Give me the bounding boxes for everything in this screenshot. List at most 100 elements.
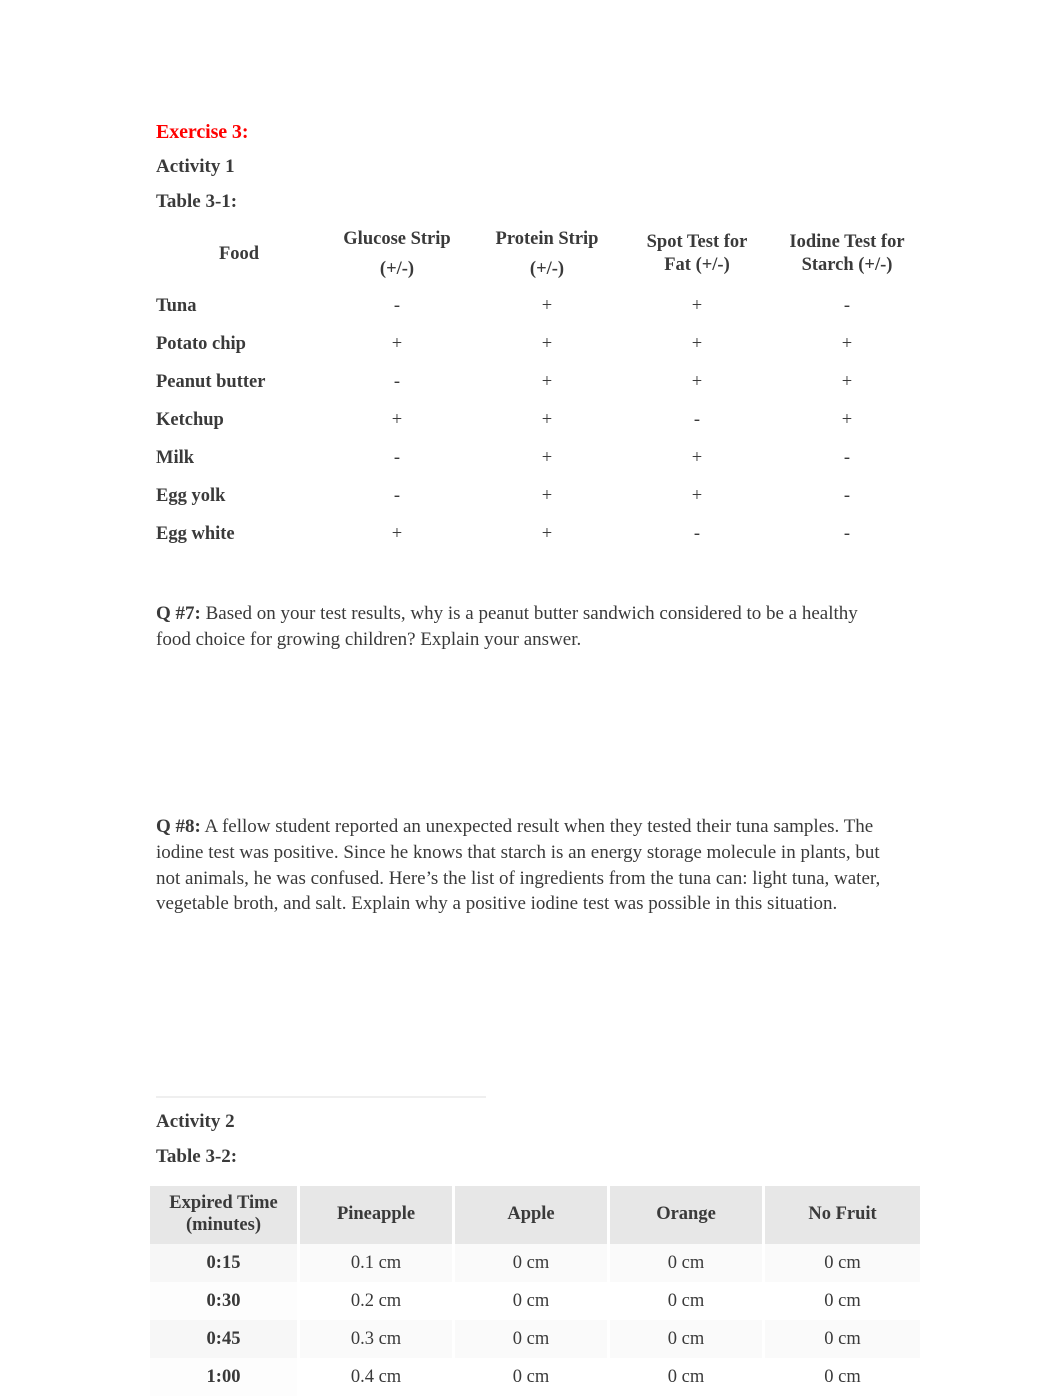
activity-1-heading: Activity 1 <box>156 156 235 177</box>
cell-fat: + <box>691 296 703 316</box>
cell-pineapple: 0.4 cm <box>300 1358 455 1396</box>
table-row: Potato chip + + + + <box>156 325 922 363</box>
cell-starch: - <box>843 296 851 316</box>
table-3-2: Expired Time (minutes) Pineapple Apple O… <box>150 1186 920 1396</box>
cell-starch: - <box>843 524 851 544</box>
column-header-glucose-strip-line2: (+/-) <box>379 258 415 279</box>
cell-protein: + <box>541 372 553 392</box>
table-row: Egg white + + - - <box>156 515 922 553</box>
column-header-glucose-strip: Glucose Strip (+/-) <box>322 221 472 287</box>
question-8-label: Q #8: <box>156 816 201 838</box>
cell-starch: - <box>843 448 851 468</box>
exercise-heading: Exercise 3: <box>156 121 249 143</box>
column-header-spot-test-fat-line1: Spot Test for <box>646 232 748 253</box>
cell-fat: + <box>691 372 703 392</box>
column-header-protein-strip-line2: (+/-) <box>529 258 565 279</box>
cell-pineapple: 0.3 cm <box>300 1320 455 1358</box>
cell-pineapple: 0.1 cm <box>300 1244 455 1282</box>
cell-starch: - <box>843 486 851 506</box>
table-row: Ketchup + + - + <box>156 401 922 439</box>
section-divider <box>156 1096 486 1098</box>
column-header-apple: Apple <box>455 1186 610 1244</box>
cell-glucose: - <box>393 486 401 506</box>
table-3-2-wrapper: Expired Time (minutes) Pineapple Apple O… <box>150 1186 920 1396</box>
table-row: Egg yolk - + + - <box>156 477 922 515</box>
cell-fat: + <box>691 486 703 506</box>
cell-apple: 0 cm <box>455 1244 610 1282</box>
column-header-spot-test-fat: Spot Test for Fat (+/-) <box>622 221 772 287</box>
cell-food: Milk <box>156 448 195 468</box>
cell-expired-time: 1:00 <box>150 1358 300 1396</box>
cell-fat: + <box>691 448 703 468</box>
column-header-iodine-test-starch-line1: Iodine Test for <box>789 232 905 253</box>
cell-no-fruit: 0 cm <box>765 1282 920 1320</box>
gap-after-table-3-1 <box>156 553 922 601</box>
table-row: Milk - + + - <box>156 439 922 477</box>
cell-glucose: + <box>391 410 403 430</box>
activity-2-section: Activity 2 Table 3-2: <box>156 1112 922 1176</box>
cell-protein: + <box>541 410 553 430</box>
table-row: 0:30 0.2 cm 0 cm 0 cm 0 cm <box>150 1282 920 1320</box>
cell-glucose: - <box>393 372 401 392</box>
table-3-1-header-row: Food Glucose Strip (+/-) Protein Strip (… <box>156 221 922 287</box>
column-header-pineapple: Pineapple <box>300 1186 455 1244</box>
cell-glucose: + <box>391 524 403 544</box>
question-7: Q #7: Based on your test results, why is… <box>156 601 896 652</box>
cell-protein: + <box>541 524 553 544</box>
table-3-2-header-row: Expired Time (minutes) Pineapple Apple O… <box>150 1186 920 1244</box>
cell-orange: 0 cm <box>610 1244 765 1282</box>
cell-no-fruit: 0 cm <box>765 1358 920 1396</box>
cell-fat: - <box>693 410 701 430</box>
cell-orange: 0 cm <box>610 1320 765 1358</box>
column-header-glucose-strip-line1: Glucose Strip <box>343 228 451 249</box>
column-header-expired-time-line2: (minutes) <box>185 1215 262 1235</box>
question-7-text: Based on your test results, why is a pea… <box>156 603 858 650</box>
cell-orange: 0 cm <box>610 1358 765 1396</box>
column-header-iodine-test-starch: Iodine Test for Starch (+/-) <box>772 221 922 287</box>
column-header-iodine-test-starch-line2: Starch (+/-) <box>801 255 893 275</box>
table-row: 0:15 0.1 cm 0 cm 0 cm 0 cm <box>150 1244 920 1282</box>
cell-apple: 0 cm <box>455 1320 610 1358</box>
cell-protein: + <box>541 296 553 316</box>
column-header-protein-strip: Protein Strip (+/-) <box>472 221 622 287</box>
cell-food: Tuna <box>156 296 197 316</box>
cell-pineapple: 0.2 cm <box>300 1282 455 1320</box>
table-row: 1:00 0.4 cm 0 cm 0 cm 0 cm <box>150 1358 920 1396</box>
table-row: 0:45 0.3 cm 0 cm 0 cm 0 cm <box>150 1320 920 1358</box>
cell-no-fruit: 0 cm <box>765 1320 920 1358</box>
cell-food: Egg yolk <box>156 486 226 506</box>
cell-expired-time: 0:15 <box>150 1244 300 1282</box>
cell-food: Potato chip <box>156 334 246 354</box>
cell-food: Peanut butter <box>156 372 266 392</box>
column-header-no-fruit: No Fruit <box>765 1186 920 1244</box>
question-8: Q #8: A fellow student reported an unexp… <box>156 814 896 917</box>
cell-apple: 0 cm <box>455 1358 610 1396</box>
document-page: Exercise 3: Activity 1 Table 3-1: Food G… <box>0 0 1062 1396</box>
table-3-1: Food Glucose Strip (+/-) Protein Strip (… <box>156 221 922 553</box>
column-header-spot-test-fat-line2: Fat (+/-) <box>664 255 730 275</box>
cell-expired-time: 0:45 <box>150 1320 300 1358</box>
answer-space-q8[interactable] <box>156 917 922 1032</box>
table-3-2-heading: Table 3-2: <box>156 1146 238 1167</box>
answer-space-q7[interactable] <box>156 652 922 814</box>
table-3-1-heading: Table 3-1: <box>156 191 238 212</box>
cell-food: Ketchup <box>156 410 224 430</box>
question-8-text: A fellow student reported an unexpected … <box>156 816 881 915</box>
table-row: Peanut butter - + + + <box>156 363 922 401</box>
cell-starch: + <box>841 410 853 430</box>
table-row: Tuna - + + - <box>156 287 922 325</box>
cell-orange: 0 cm <box>610 1282 765 1320</box>
activity-2-heading: Activity 2 <box>156 1111 235 1132</box>
cell-fat: + <box>691 334 703 354</box>
cell-protein: + <box>541 486 553 506</box>
cell-no-fruit: 0 cm <box>765 1244 920 1282</box>
cell-glucose: - <box>393 296 401 316</box>
column-header-food: Food <box>218 243 260 264</box>
cell-starch: + <box>841 334 853 354</box>
cell-apple: 0 cm <box>455 1282 610 1320</box>
cell-fat: - <box>693 524 701 544</box>
table-3-1-body: Tuna - + + - Potato chip + + + + Peanut … <box>156 287 922 553</box>
column-header-protein-strip-line1: Protein Strip <box>495 228 599 249</box>
cell-protein: + <box>541 334 553 354</box>
cell-protein: + <box>541 448 553 468</box>
